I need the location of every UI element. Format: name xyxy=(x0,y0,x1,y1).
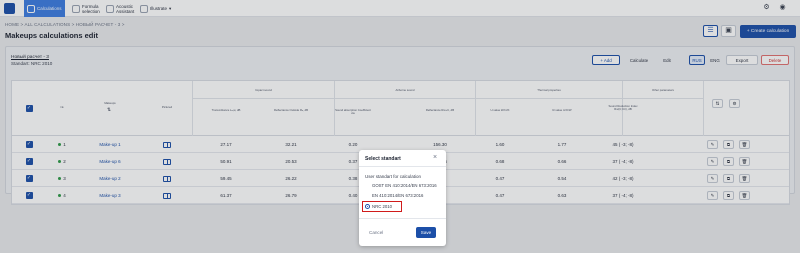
close-icon[interactable]: × xyxy=(433,154,437,161)
option-gost[interactable]: GOST EN 410:2014/EN 673:2016 xyxy=(365,183,437,188)
dialog-title: Select standart xyxy=(365,156,401,162)
option-en[interactable]: EN 410:2014/EN 673:2016 xyxy=(365,193,423,198)
save-button[interactable]: Save xyxy=(416,227,436,238)
select-standart-dialog: Select standart × User standart for calc… xyxy=(359,150,446,246)
standart-label: User standart for calculation xyxy=(365,174,422,179)
selection-highlight-box xyxy=(362,201,402,212)
cancel-button[interactable]: Cancel xyxy=(369,230,383,235)
